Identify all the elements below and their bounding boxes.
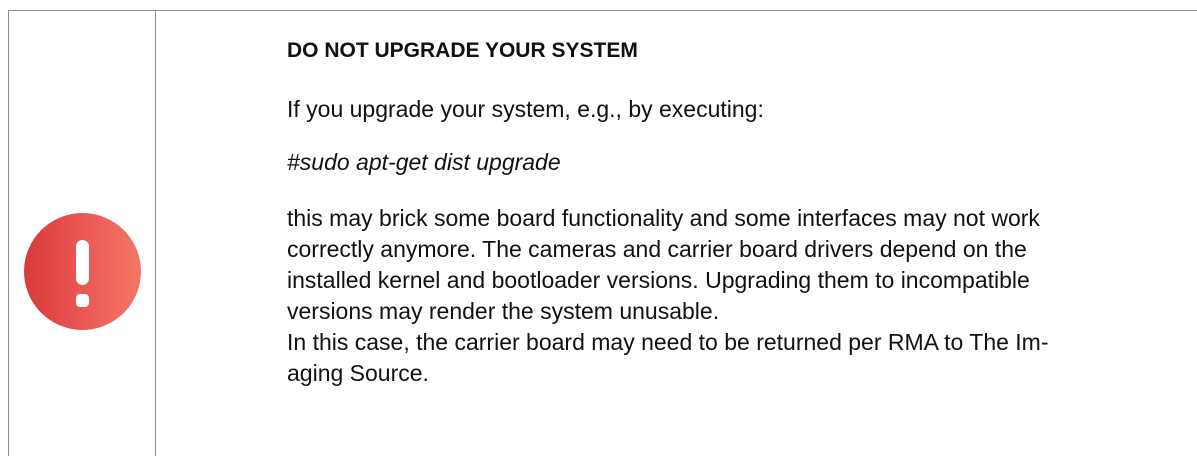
notice-body-line: In this case, the carrier board may need… xyxy=(287,329,1049,355)
notice-heading: DO NOT UPGRADE YOUR SYSTEM xyxy=(287,39,638,62)
icon-column xyxy=(9,11,156,456)
notice-intro: If you upgrade your system, e.g., by exe… xyxy=(287,96,764,122)
notice-body-line: installed kernel and bootloader versions… xyxy=(287,267,1030,293)
notice-body-line: aging Source. xyxy=(287,360,429,386)
notice-content: DO NOT UPGRADE YOUR SYSTEM If you upgrad… xyxy=(287,35,1187,386)
notice-body: this may brick some board functionality … xyxy=(287,203,1167,389)
notice-body-line: this may brick some board functionality … xyxy=(287,205,1040,231)
notice-command: #sudo apt-get dist upgrade xyxy=(287,149,561,175)
notice-body-line: versions may render the system unusable. xyxy=(287,298,720,324)
exclamation-circle-icon xyxy=(24,213,141,330)
notice-body-line: correctly anymore. The cameras and carri… xyxy=(287,236,1027,262)
warning-notice: DO NOT UPGRADE YOUR SYSTEM If you upgrad… xyxy=(8,10,1197,456)
